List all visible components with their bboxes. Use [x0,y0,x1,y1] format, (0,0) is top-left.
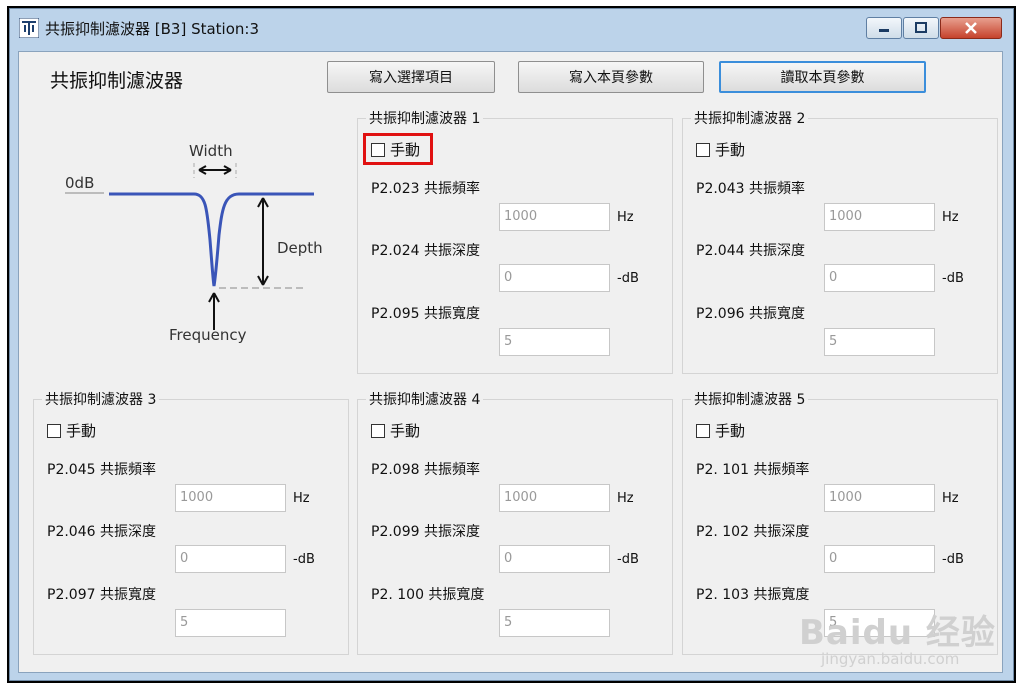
depth-input[interactable]: 0 [824,264,935,292]
manual-checkbox-row[interactable]: 手動 [696,139,745,160]
frequency-input[interactable]: 1000 [499,484,610,512]
filter-group-2: 共振抑制濾波器 2 手動 P2.043 共振頻率 1000 Hz P2.044 … [682,110,998,374]
close-icon [965,22,977,34]
app-window: 共振抑制濾波器 [B3] Station:3 共振抑制濾波器 寫入選擇項目 寫入… [7,6,1016,683]
app-logo-icon [19,18,39,38]
frequency-label: P2.045 共振頻率 [47,462,156,478]
manual-checkbox-row[interactable]: 手動 [371,420,420,441]
width-input[interactable]: 5 [499,609,610,637]
frequency-input[interactable]: 1000 [499,203,610,231]
depth-label: P2.044 共振深度 [696,243,805,259]
maximize-icon [915,22,927,33]
depth-unit: -dB [617,552,639,567]
width-arrow [198,165,232,175]
group-title: 共振抑制濾波器 4 [366,391,484,409]
width-label: P2.096 共振寬度 [696,306,805,322]
manual-checkbox-row[interactable]: 手動 [371,139,420,160]
width-label: P2. 103 共振寬度 [696,587,810,603]
frequency-label: Frequency [169,326,247,344]
frequency-label: P2. 101 共振頻率 [696,462,810,478]
filter-group-1: 共振抑制濾波器 1 手動 P2.023 共振頻率 1000 Hz P2.024 … [357,110,673,374]
manual-label: 手動 [66,422,97,440]
frequency-unit: Hz [617,491,634,506]
manual-label: 手動 [715,422,746,440]
notch-filter-diagram: Width 0dB Depth Frequency [65,142,323,344]
depth-arrow [257,197,269,286]
depth-input[interactable]: 0 [499,545,610,573]
depth-unit: -dB [942,271,964,286]
manual-checkbox[interactable] [47,423,61,438]
depth-unit: -dB [942,552,964,567]
frequency-input[interactable]: 1000 [824,203,935,231]
maximize-button[interactable] [903,17,939,39]
frequency-input[interactable]: 1000 [824,484,935,512]
manual-label: 手動 [390,422,421,440]
width-label: P2. 100 共振寬度 [371,587,485,603]
watermark-url: jingyan.baidu.com [821,650,960,668]
frequency-label: P2.023 共振頻率 [371,181,480,197]
frequency-unit: Hz [293,491,310,506]
width-label: P2.097 共振寬度 [47,587,156,603]
manual-checkbox-row[interactable]: 手動 [47,420,96,441]
frequency-unit: Hz [942,210,959,225]
manual-checkbox[interactable] [696,423,710,438]
page-title: 共振抑制濾波器 [50,70,184,92]
depth-unit: -dB [293,552,315,567]
group-title: 共振抑制濾波器 5 [691,391,809,409]
filter-group-4: 共振抑制濾波器 4 手動 P2.098 共振頻率 1000 Hz P2.099 … [357,391,673,655]
zero-db-label: 0dB [65,174,94,192]
title-bar[interactable]: 共振抑制濾波器 [B3] Station:3 [9,8,1014,48]
manual-checkbox-row[interactable]: 手動 [696,420,745,441]
group-title: 共振抑制濾波器 3 [42,391,160,409]
width-label: Width [189,142,233,160]
depth-input[interactable]: 0 [499,264,610,292]
depth-label: P2.024 共振深度 [371,243,480,259]
client-area: 共振抑制濾波器 寫入選擇項目 寫入本頁參數 讀取本頁參數 Width 0dB D… [18,51,1003,673]
minimize-icon [879,29,889,32]
manual-label: 手動 [715,141,746,159]
frequency-arrow [208,292,220,330]
read-page-button[interactable]: 讀取本頁參數 [719,61,926,93]
width-input[interactable]: 5 [824,328,935,356]
filter-group-3: 共振抑制濾波器 3 手動 P2.045 共振頻率 1000 Hz P2.046 … [33,391,349,655]
depth-input[interactable]: 0 [824,545,935,573]
manual-checkbox[interactable] [696,142,710,157]
depth-label: Depth [277,239,323,257]
depth-input[interactable]: 0 [175,545,286,573]
watermark-brand: Baidu 经验 [799,613,996,653]
frequency-input[interactable]: 1000 [175,484,286,512]
manual-checkbox[interactable] [371,423,385,438]
depth-label: P2. 102 共振深度 [696,524,810,540]
write-selected-button[interactable]: 寫入選擇項目 [327,61,495,93]
manual-label: 手動 [390,141,421,159]
width-input[interactable]: 5 [499,328,610,356]
group-title: 共振抑制濾波器 2 [691,110,809,128]
frequency-unit: Hz [942,491,959,506]
frequency-unit: Hz [617,210,634,225]
write-page-button[interactable]: 寫入本頁參數 [518,61,704,93]
depth-unit: -dB [617,271,639,286]
frequency-label: P2.098 共振頻率 [371,462,480,478]
group-title: 共振抑制濾波器 1 [366,110,484,128]
width-input[interactable]: 5 [175,609,286,637]
depth-label: P2.099 共振深度 [371,524,480,540]
manual-checkbox[interactable] [371,142,385,157]
width-label: P2.095 共振寬度 [371,306,480,322]
close-button[interactable] [940,17,1002,39]
depth-label: P2.046 共振深度 [47,524,156,540]
minimize-button[interactable] [866,17,902,39]
window-title: 共振抑制濾波器 [B3] Station:3 [45,19,259,38]
frequency-label: P2.043 共振頻率 [696,181,805,197]
